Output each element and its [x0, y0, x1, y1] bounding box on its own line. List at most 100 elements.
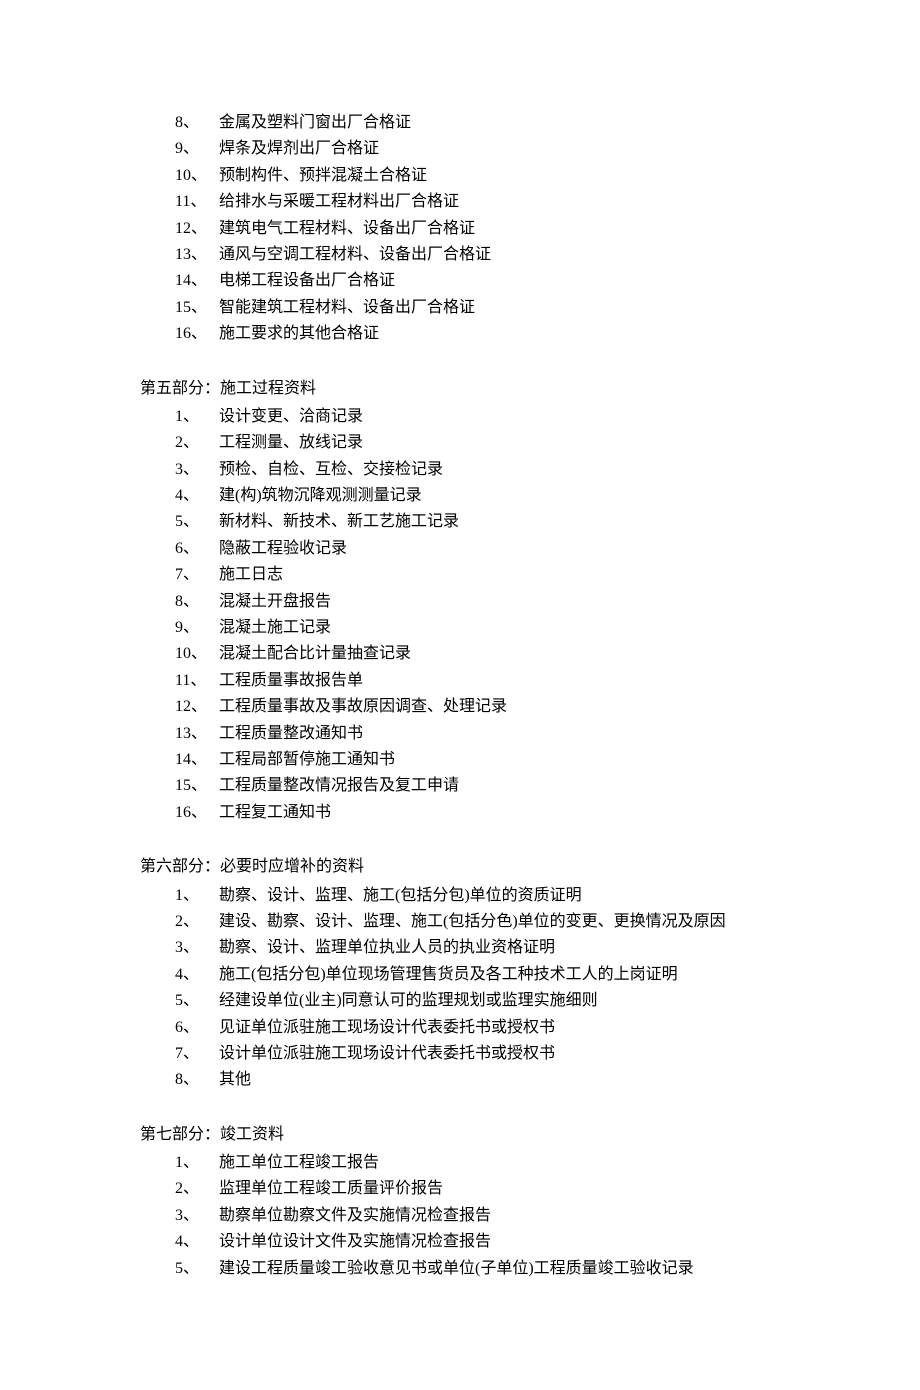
- list-item: 2、监理单位工程竣工质量评价报告: [175, 1176, 780, 1202]
- item-number: 3、: [175, 935, 219, 961]
- item-number: 9、: [175, 136, 219, 162]
- item-number: 9、: [175, 615, 219, 641]
- item-text: 预制构件、预拌混凝土合格证: [219, 163, 780, 189]
- item-number: 8、: [175, 110, 219, 136]
- item-text: 施工单位工程竣工报告: [219, 1150, 780, 1176]
- list-item: 11、工程质量事故报告单: [175, 668, 780, 694]
- list-item: 13、通风与空调工程材料、设备出厂合格证: [175, 242, 780, 268]
- item-text: 见证单位派驻施工现场设计代表委托书或授权书: [219, 1015, 780, 1041]
- list-item: 16、施工要求的其他合格证: [175, 321, 780, 347]
- section-heading: 第六部分：必要时应增补的资料: [140, 854, 780, 880]
- item-text: 隐蔽工程验收记录: [219, 536, 780, 562]
- section-block: 第七部分：竣工资料1、施工单位工程竣工报告2、监理单位工程竣工质量评价报告3、勘…: [140, 1122, 780, 1282]
- list-item: 15、智能建筑工程材料、设备出厂合格证: [175, 295, 780, 321]
- section-block: 第五部分：施工过程资料1、设计变更、洽商记录2、工程测量、放线记录3、预检、自检…: [140, 376, 780, 827]
- list-item: 9、混凝土施工记录: [175, 615, 780, 641]
- list-item: 6、见证单位派驻施工现场设计代表委托书或授权书: [175, 1015, 780, 1041]
- item-text: 勘察单位勘察文件及实施情况检查报告: [219, 1203, 780, 1229]
- list-item: 7、施工日志: [175, 562, 780, 588]
- item-number: 11、: [175, 668, 219, 694]
- list-item: 8、其他: [175, 1067, 780, 1093]
- list-item: 4、施工(包括分包)单位现场管理售货员及各工种技术工人的上岗证明: [175, 962, 780, 988]
- list-item: 10、预制构件、预拌混凝土合格证: [175, 163, 780, 189]
- section-heading: 第七部分：竣工资料: [140, 1122, 780, 1148]
- item-number: 4、: [175, 1229, 219, 1255]
- list-item: 1、施工单位工程竣工报告: [175, 1150, 780, 1176]
- item-number: 13、: [175, 721, 219, 747]
- item-text: 工程局部暂停施工通知书: [219, 747, 780, 773]
- item-list: 1、施工单位工程竣工报告2、监理单位工程竣工质量评价报告3、勘察单位勘察文件及实…: [175, 1150, 780, 1282]
- list-item: 6、隐蔽工程验收记录: [175, 536, 780, 562]
- list-item: 1、勘察、设计、监理、施工(包括分包)单位的资质证明: [175, 883, 780, 909]
- list-item: 10、混凝土配合比计量抽查记录: [175, 641, 780, 667]
- item-number: 10、: [175, 641, 219, 667]
- item-text: 经建设单位(业主)同意认可的监理规划或监理实施细则: [219, 988, 780, 1014]
- item-text: 通风与空调工程材料、设备出厂合格证: [219, 242, 780, 268]
- item-number: 4、: [175, 962, 219, 988]
- item-text: 工程测量、放线记录: [219, 430, 780, 456]
- item-number: 2、: [175, 1176, 219, 1202]
- item-text: 施工日志: [219, 562, 780, 588]
- item-text: 建设、勘察、设计、监理、施工(包括分色)单位的变更、更换情况及原因: [219, 909, 780, 935]
- item-text: 电梯工程设备出厂合格证: [219, 268, 780, 294]
- item-number: 5、: [175, 509, 219, 535]
- item-text: 建(构)筑物沉降观测测量记录: [219, 483, 780, 509]
- list-item: 4、设计单位设计文件及实施情况检查报告: [175, 1229, 780, 1255]
- list-item: 3、勘察单位勘察文件及实施情况检查报告: [175, 1203, 780, 1229]
- list-item: 3、预检、自检、互检、交接检记录: [175, 457, 780, 483]
- item-number: 11、: [175, 189, 219, 215]
- list-item: 9、焊条及焊剂出厂合格证: [175, 136, 780, 162]
- item-text: 预检、自检、互检、交接检记录: [219, 457, 780, 483]
- list-item: 1、设计变更、洽商记录: [175, 404, 780, 430]
- item-number: 12、: [175, 694, 219, 720]
- list-item: 8、金属及塑料门窗出厂合格证: [175, 110, 780, 136]
- list-item: 12、工程质量事故及事故原因调查、处理记录: [175, 694, 780, 720]
- list-item: 3、勘察、设计、监理单位执业人员的执业资格证明: [175, 935, 780, 961]
- list-item: 16、工程复工通知书: [175, 800, 780, 826]
- item-text: 设计单位设计文件及实施情况检查报告: [219, 1229, 780, 1255]
- item-number: 6、: [175, 536, 219, 562]
- item-text: 施工要求的其他合格证: [219, 321, 780, 347]
- item-text: 建筑电气工程材料、设备出厂合格证: [219, 216, 780, 242]
- list-item: 8、混凝土开盘报告: [175, 589, 780, 615]
- item-number: 12、: [175, 216, 219, 242]
- item-text: 混凝土施工记录: [219, 615, 780, 641]
- item-number: 7、: [175, 562, 219, 588]
- item-text: 勘察、设计、监理、施工(包括分包)单位的资质证明: [219, 883, 780, 909]
- list-item: 2、建设、勘察、设计、监理、施工(包括分色)单位的变更、更换情况及原因: [175, 909, 780, 935]
- list-item: 13、工程质量整改通知书: [175, 721, 780, 747]
- sections-container: 第五部分：施工过程资料1、设计变更、洽商记录2、工程测量、放线记录3、预检、自检…: [140, 376, 780, 1283]
- item-text: 新材料、新技术、新工艺施工记录: [219, 509, 780, 535]
- item-text: 混凝土配合比计量抽查记录: [219, 641, 780, 667]
- item-text: 设计变更、洽商记录: [219, 404, 780, 430]
- item-text: 工程质量整改通知书: [219, 721, 780, 747]
- item-text: 焊条及焊剂出厂合格证: [219, 136, 780, 162]
- section-block: 第六部分：必要时应增补的资料 1、勘察、设计、监理、施工(包括分包)单位的资质证明…: [140, 854, 780, 1094]
- item-number: 8、: [175, 1067, 219, 1093]
- list-item: 14、工程局部暂停施工通知书: [175, 747, 780, 773]
- item-text: 工程质量事故报告单: [219, 668, 780, 694]
- item-number: 1、: [175, 404, 219, 430]
- list-item: 14、电梯工程设备出厂合格证: [175, 268, 780, 294]
- list-item: 11、给排水与采暖工程材料出厂合格证: [175, 189, 780, 215]
- list-item: 12、建筑电气工程材料、设备出厂合格证: [175, 216, 780, 242]
- item-number: 14、: [175, 268, 219, 294]
- item-number: 16、: [175, 800, 219, 826]
- list-item: 5、建设工程质量竣工验收意见书或单位(子单位)工程质量竣工验收记录: [175, 1256, 780, 1282]
- item-text: 金属及塑料门窗出厂合格证: [219, 110, 780, 136]
- item-text: 工程复工通知书: [219, 800, 780, 826]
- item-number: 15、: [175, 773, 219, 799]
- list-item: 2、工程测量、放线记录: [175, 430, 780, 456]
- item-number: 2、: [175, 909, 219, 935]
- item-number: 3、: [175, 1203, 219, 1229]
- item-number: 2、: [175, 430, 219, 456]
- list-item: 7、设计单位派驻施工现场设计代表委托书或授权书: [175, 1041, 780, 1067]
- item-number: 3、: [175, 457, 219, 483]
- list-item: 15、工程质量整改情况报告及复工申请: [175, 773, 780, 799]
- item-number: 8、: [175, 589, 219, 615]
- item-text: 工程质量整改情况报告及复工申请: [219, 773, 780, 799]
- item-text: 智能建筑工程材料、设备出厂合格证: [219, 295, 780, 321]
- item-list: 1、设计变更、洽商记录2、工程测量、放线记录3、预检、自检、互检、交接检记录4、…: [175, 404, 780, 826]
- item-number: 15、: [175, 295, 219, 321]
- list-item: 4、建(构)筑物沉降观测测量记录: [175, 483, 780, 509]
